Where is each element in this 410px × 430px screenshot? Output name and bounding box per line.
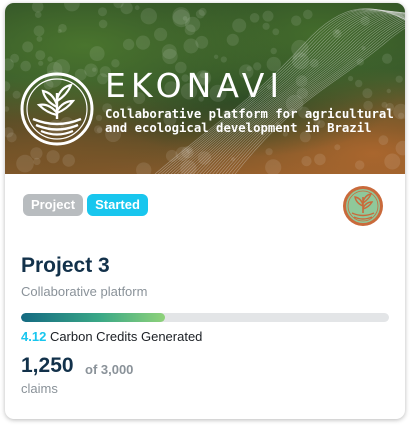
foliage-texture-dot xyxy=(226,33,239,46)
foliage-texture-dot xyxy=(262,10,274,22)
claims-count: 1,250 xyxy=(21,354,74,377)
foliage-texture-dot xyxy=(47,56,53,62)
foliage-texture-dot xyxy=(309,58,319,68)
foliage-texture-dot xyxy=(334,144,341,151)
foliage-texture-dot xyxy=(355,160,365,170)
foliage-texture-dot xyxy=(46,150,60,164)
foliage-texture-dot xyxy=(183,38,199,54)
credits-label: Carbon Credits Generated xyxy=(49,329,203,344)
foliage-texture-dot xyxy=(64,3,80,12)
foliage-texture-dot xyxy=(33,157,41,166)
foliage-texture-dot xyxy=(314,153,326,166)
foliage-texture-dot xyxy=(33,25,45,37)
foliage-texture-dot xyxy=(303,9,313,20)
foliage-texture-dot xyxy=(136,162,152,174)
foliage-texture-dot xyxy=(35,50,46,61)
foliage-texture-dot xyxy=(98,19,108,29)
foliage-texture-dot xyxy=(301,156,312,167)
foliage-texture-dot xyxy=(382,53,393,64)
foliage-texture-dot xyxy=(36,36,43,42)
foliage-texture-dot xyxy=(220,56,227,63)
foliage-texture-dot xyxy=(362,88,373,99)
foliage-texture-dot xyxy=(395,75,403,83)
foliage-texture-dot xyxy=(262,22,270,30)
foliage-texture-dot xyxy=(98,7,107,17)
project-subtitle: Collaborative platform xyxy=(21,284,148,299)
foliage-texture-dot xyxy=(20,60,31,72)
foliage-texture-dot xyxy=(265,148,273,156)
foliage-texture-dot xyxy=(386,88,391,94)
foliage-texture-dot xyxy=(232,18,247,33)
hero-banner: EKONAVI Collaborative platform for agric… xyxy=(5,3,405,174)
foliage-texture-dot xyxy=(348,75,354,82)
foliage-texture-dot xyxy=(6,132,17,143)
type-badge: Project xyxy=(23,194,83,216)
plant-avatar-icon[interactable] xyxy=(342,185,384,227)
credits-progress-fill xyxy=(21,313,165,322)
claims-label: claims xyxy=(21,381,58,396)
credits-summary: 4.12 Carbon Credits Generated xyxy=(21,329,202,344)
foliage-texture-dot xyxy=(184,24,196,36)
foliage-texture-dot xyxy=(34,11,42,18)
credits-progress-bar xyxy=(21,313,389,322)
foliage-texture-dot xyxy=(162,48,178,65)
foliage-texture-dot xyxy=(94,125,103,134)
foliage-texture-dot xyxy=(265,159,282,174)
project-title[interactable]: Project 3 xyxy=(21,254,110,278)
foliage-texture-dot xyxy=(135,35,151,50)
foliage-texture-dot xyxy=(270,47,277,55)
foliage-texture-dot xyxy=(5,106,10,112)
foliage-texture-dot xyxy=(378,135,389,146)
foliage-texture-dot xyxy=(291,15,302,26)
foliage-texture-dot xyxy=(272,28,280,36)
foliage-texture-dot xyxy=(249,13,260,23)
claims-total: of 3,000 xyxy=(85,362,134,377)
foliage-texture-dot xyxy=(22,41,34,53)
foliage-texture-dot xyxy=(38,60,44,66)
foliage-texture-dot xyxy=(62,154,75,167)
foliage-texture-dot xyxy=(195,9,205,19)
foliage-texture-dot xyxy=(384,153,401,170)
foliage-texture-dot xyxy=(134,5,140,11)
plant-in-circle-logo-icon xyxy=(20,72,94,146)
credits-value: 4.12 xyxy=(21,329,47,344)
foliage-texture-dot xyxy=(30,147,43,160)
foliage-texture-dot xyxy=(5,81,11,92)
foliage-texture-dot xyxy=(95,114,103,121)
foliage-texture-dot xyxy=(58,23,67,33)
foliage-texture-dot xyxy=(154,27,168,41)
foliage-texture-dot xyxy=(122,38,135,51)
foliage-texture-dot xyxy=(16,154,34,173)
foliage-texture-dot xyxy=(292,55,298,60)
brand-title: EKONAVI xyxy=(105,66,285,105)
foliage-texture-dot xyxy=(31,3,44,13)
status-badge: Started xyxy=(87,194,148,216)
foliage-texture-dot xyxy=(140,8,157,25)
project-card[interactable]: EKONAVI Collaborative platform for agric… xyxy=(5,3,405,419)
foliage-texture-dot xyxy=(89,46,105,62)
foliage-texture-dot xyxy=(395,140,405,156)
foliage-texture-dot xyxy=(213,54,219,59)
foliage-texture-dot xyxy=(172,7,190,25)
brand-tagline: Collaborative platform for agricultural … xyxy=(105,107,394,135)
foliage-texture-dot xyxy=(355,79,363,88)
